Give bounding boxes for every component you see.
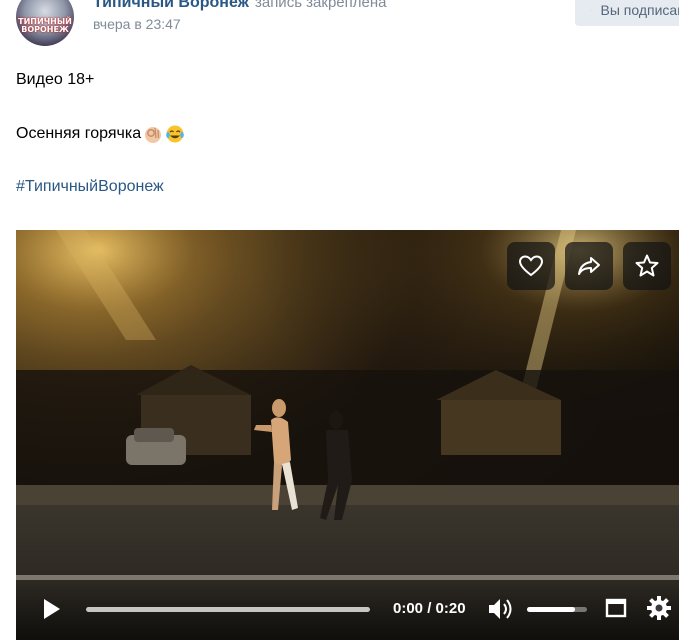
avatar-logo-text: ТИПИЧНЫЙ ВОРОНЕЖ (18, 17, 72, 34)
check-icon (591, 9, 593, 11)
post-text-line-2-text: Осенняя горячка (16, 125, 142, 142)
subscribed-label: Вы подписаны (600, 2, 679, 18)
video-control-bar: 0:00 / 0:20 (16, 580, 679, 640)
community-avatar[interactable]: ТИПИЧНЫЙ ВОРОНЕЖ (16, 0, 74, 46)
subscribed-button[interactable]: Вы подписаны (575, 0, 679, 26)
video-player[interactable]: 0:00 / 0:20 (16, 230, 679, 640)
gear-icon[interactable] (645, 594, 673, 622)
tears-of-joy-emoji-icon (166, 125, 184, 143)
bookmark-button[interactable] (623, 242, 671, 290)
ok-hand-emoji-icon (145, 127, 162, 143)
heart-icon (518, 255, 544, 277)
video-progress-bar[interactable] (86, 607, 370, 612)
post-timestamp[interactable]: вчера в 23:47 (93, 16, 181, 32)
volume-icon[interactable] (487, 596, 515, 622)
video-frame (16, 230, 679, 640)
video-actions (507, 242, 671, 290)
share-icon (578, 257, 600, 275)
fullscreen-icon[interactable] (604, 596, 628, 620)
star-icon (635, 254, 659, 277)
share-button[interactable] (565, 242, 613, 290)
hashtag-link[interactable]: #ТипичныйВоронеж (16, 178, 164, 196)
post-text-line-1: Видео 18+ (16, 71, 95, 88)
community-name-link[interactable]: Типичный Воронеж (93, 0, 249, 11)
play-icon[interactable] (38, 596, 64, 622)
volume-slider[interactable] (527, 607, 587, 612)
video-time: 0:00 / 0:20 (393, 600, 466, 617)
volume-slider-fill (527, 607, 575, 612)
post-author-line: Типичный Воронеж запись закреплена (93, 0, 386, 12)
post-text-line-2: Осенняя горячка (16, 124, 185, 144)
like-button[interactable] (507, 242, 555, 290)
pinned-label: запись закреплена (254, 0, 387, 11)
